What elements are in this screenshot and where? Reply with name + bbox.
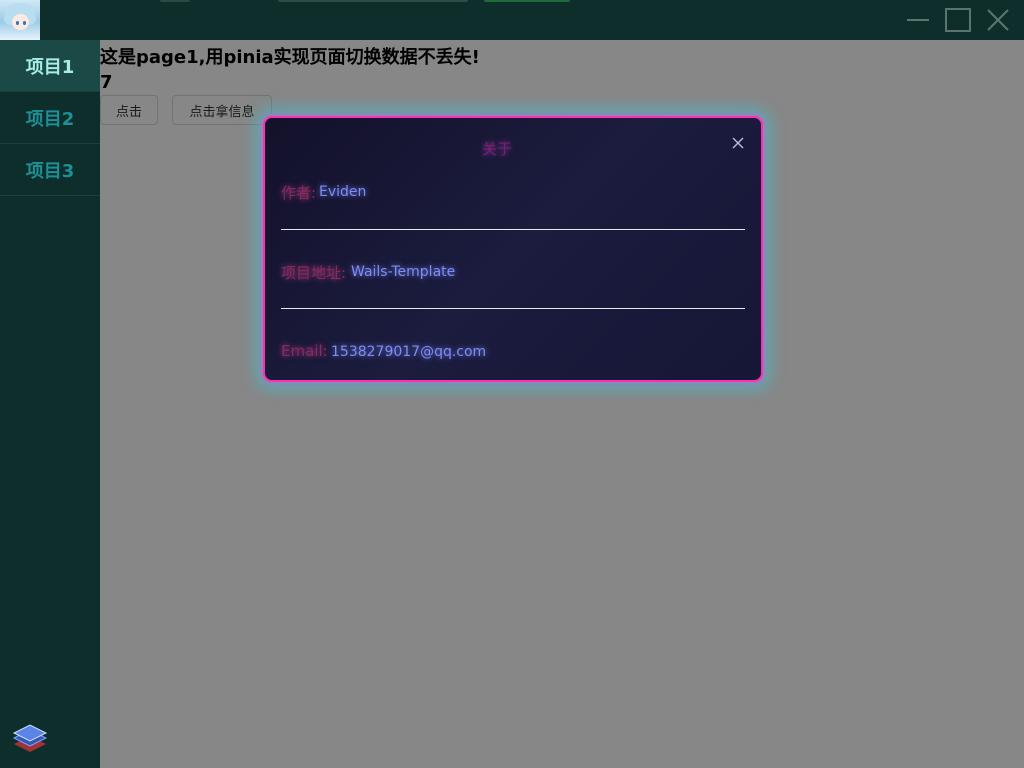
title-bar (0, 0, 1024, 40)
about-dialog: 关于 作者: Eviden 项目地址: Wails-Template Email… (263, 116, 763, 382)
author-label: 作者: (281, 184, 317, 202)
divider (281, 308, 745, 309)
email-label: Email: (281, 342, 328, 360)
dialog-close-button[interactable] (731, 136, 745, 150)
app-avatar (0, 0, 40, 40)
layers-icon[interactable] (12, 724, 48, 756)
minimize-button[interactable] (904, 6, 932, 34)
email-link[interactable]: 1538279017@qq.com (331, 344, 486, 360)
close-icon (987, 9, 1009, 31)
sidebar-item-project1[interactable]: 项目1 (0, 40, 100, 92)
sidebar-item-label: 项目3 (25, 160, 75, 182)
project-url-label: 项目地址: (281, 264, 347, 282)
maximize-button[interactable] (944, 6, 972, 34)
project-url-link[interactable]: Wails-Template (351, 264, 455, 280)
divider (281, 229, 745, 230)
sidebar-item-label: 项目2 (25, 108, 75, 130)
sidebar-item-project2[interactable]: 项目2 (0, 92, 100, 144)
sidebar: 项目1 项目2 项目3 (0, 40, 100, 768)
maximize-icon (945, 8, 971, 32)
author-value: Eviden (319, 184, 367, 200)
close-icon (732, 137, 744, 149)
close-window-button[interactable] (984, 6, 1012, 34)
sidebar-item-label: 项目1 (25, 56, 75, 78)
minimize-icon (907, 19, 929, 21)
dialog-title: 关于 (481, 140, 512, 158)
sidebar-item-project3[interactable]: 项目3 (0, 144, 100, 196)
